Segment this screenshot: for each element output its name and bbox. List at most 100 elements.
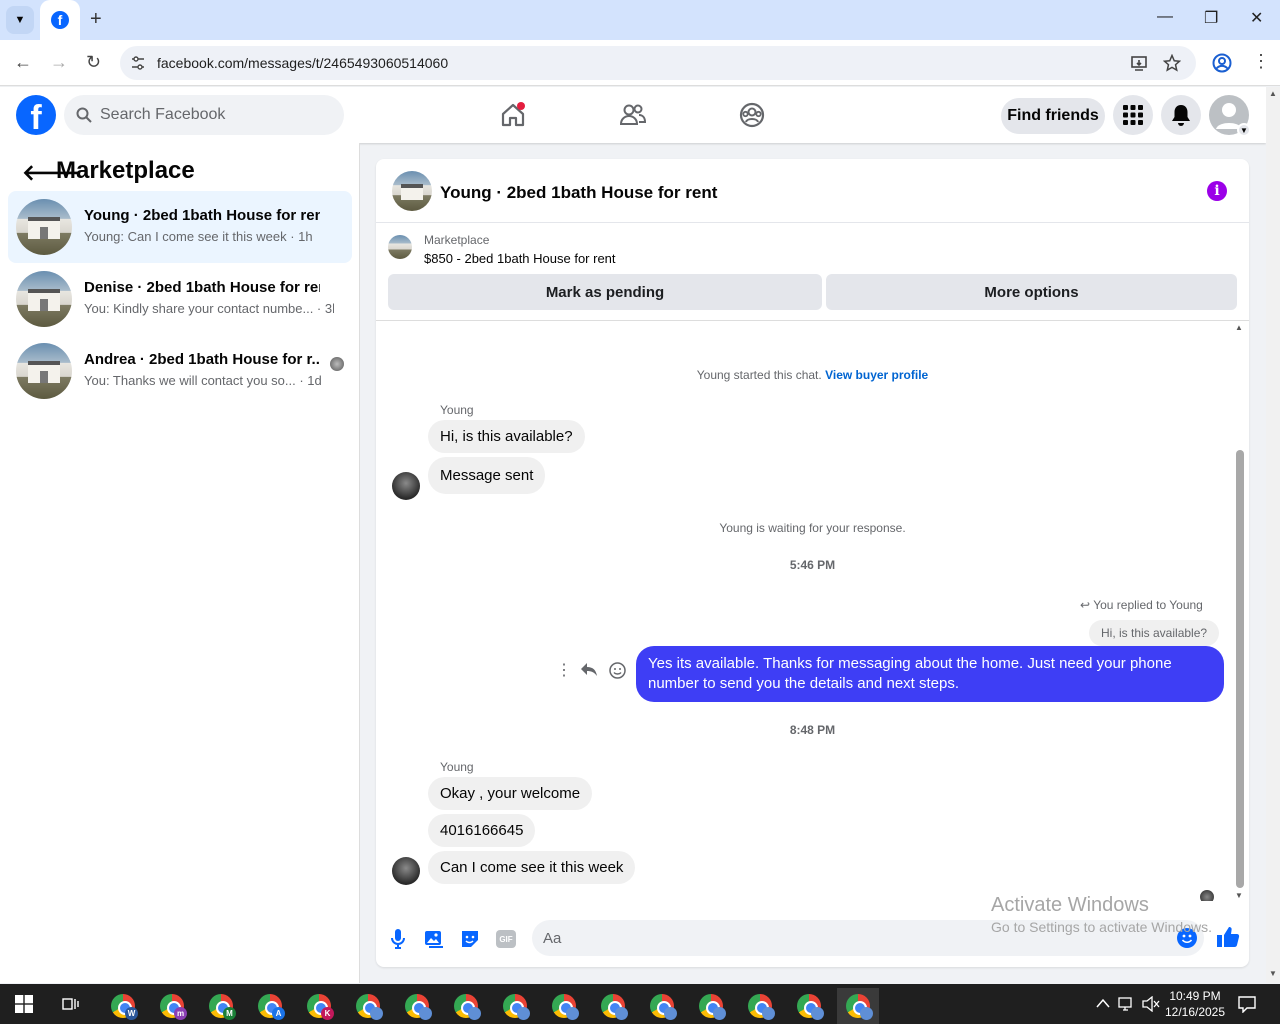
- listing-title[interactable]: $850 - 2bed 1bath House for rent: [424, 251, 616, 266]
- find-friends-button[interactable]: Find friends: [1001, 98, 1105, 134]
- like-thumbs-up-icon[interactable]: [1216, 925, 1240, 949]
- sticker-button[interactable]: [458, 927, 482, 951]
- reply-icon[interactable]: [580, 662, 598, 678]
- page-scrollbar[interactable]: ▲ ▼: [1266, 87, 1280, 983]
- taskbar-chrome-app[interactable]: [788, 988, 830, 1024]
- voice-clip-button[interactable]: [386, 927, 410, 951]
- account-button[interactable]: ▼: [1209, 95, 1251, 137]
- reload-button[interactable]: ↻: [86, 52, 101, 73]
- scroll-down-icon[interactable]: ▼: [1235, 891, 1243, 900]
- taskbar-chrome-app[interactable]: [592, 988, 634, 1024]
- task-view-icon[interactable]: [62, 996, 80, 1012]
- taskbar-chrome-app[interactable]: [641, 988, 683, 1024]
- taskbar-chrome-app[interactable]: [739, 988, 781, 1024]
- incoming-message[interactable]: Message sent: [428, 457, 546, 494]
- conversation-item-denise[interactable]: Denise · 2bed 1bath House for rent You: …: [8, 263, 352, 335]
- scroll-down-icon[interactable]: ▼: [1269, 969, 1277, 978]
- scroll-up-icon[interactable]: ▲: [1269, 89, 1277, 98]
- groups-nav[interactable]: [734, 97, 770, 133]
- activate-windows-subtitle: Go to Settings to activate Windows.: [991, 919, 1212, 935]
- taskbar-chrome-app[interactable]: m: [151, 988, 193, 1024]
- notifications-button[interactable]: [1161, 95, 1201, 135]
- listing-banner: Marketplace $850 - 2bed 1bath House for …: [376, 223, 1249, 321]
- attach-media-button[interactable]: [422, 927, 446, 951]
- browser-tab-facebook[interactable]: f: [40, 0, 80, 40]
- home-nav[interactable]: [495, 97, 531, 133]
- info-icon[interactable]: i: [1207, 181, 1227, 201]
- profile-badge: A: [272, 1007, 285, 1020]
- incoming-message[interactable]: Hi, is this available?: [428, 420, 585, 453]
- conversation-sidebar: 🡐 Marketplace Young · 2bed 1bath House f…: [0, 143, 360, 983]
- taskbar-chrome-app[interactable]: W: [102, 988, 144, 1024]
- taskbar-chrome-app[interactable]: A: [249, 988, 291, 1024]
- profile-badge: K: [321, 1007, 334, 1020]
- taskbar-chrome-app[interactable]: [543, 988, 585, 1024]
- view-buyer-profile-link[interactable]: View buyer profile: [825, 368, 928, 382]
- volume-muted-icon[interactable]: [1142, 996, 1160, 1012]
- chat-avatar[interactable]: [392, 171, 432, 211]
- network-icon[interactable]: [1118, 996, 1136, 1012]
- home-icon: [501, 102, 525, 127]
- profile-icon[interactable]: [1212, 53, 1232, 73]
- taskbar-chrome-app[interactable]: [396, 988, 438, 1024]
- taskbar-chrome-app[interactable]: K: [298, 988, 340, 1024]
- incoming-message[interactable]: Okay , your welcome: [428, 777, 593, 810]
- conversation-item-young[interactable]: Young · 2bed 1bath House for rent Young:…: [8, 191, 352, 263]
- bookmark-star-icon[interactable]: [1163, 54, 1181, 72]
- conversation-item-andrea[interactable]: Andrea · 2bed 1bath House for r... You: …: [8, 335, 352, 407]
- show-hidden-icons-icon[interactable]: [1096, 998, 1110, 1008]
- search-input[interactable]: Search Facebook: [64, 95, 344, 135]
- taskbar-chrome-app[interactable]: M: [200, 988, 242, 1024]
- chat-scrollbar[interactable]: ▲ ▼: [1235, 323, 1244, 909]
- menu-button[interactable]: [1113, 95, 1153, 135]
- windows-taskbar: Wm M A K 10:49 PM 12/16/2025: [0, 984, 1280, 1024]
- more-options-button[interactable]: More options: [826, 274, 1237, 310]
- install-app-icon[interactable]: [1130, 54, 1148, 72]
- read-receipt-avatar: [1200, 890, 1214, 901]
- sender-avatar[interactable]: [392, 472, 420, 500]
- taskbar-chrome-app[interactable]: [445, 988, 487, 1024]
- close-window-button[interactable]: ✕: [1250, 8, 1263, 28]
- sender-avatar[interactable]: [392, 857, 420, 885]
- profile-badge: M: [223, 1007, 236, 1020]
- chevron-down-icon: ▼: [14, 14, 26, 26]
- profile-badge: [811, 1007, 824, 1020]
- taskbar-chrome-app[interactable]: [837, 988, 879, 1024]
- taskbar-chrome-app[interactable]: [494, 988, 536, 1024]
- activate-windows-title: Activate Windows: [991, 894, 1149, 916]
- address-bar[interactable]: facebook.com/messages/t/2465493060514060: [120, 46, 1196, 80]
- outgoing-message[interactable]: Yes its available. Thanks for messaging …: [636, 646, 1224, 702]
- search-icon: [76, 107, 92, 123]
- clock-time: 10:49 PM: [1169, 989, 1221, 1003]
- clock-date: 12/16/2025: [1164, 1005, 1226, 1019]
- tab-search-button[interactable]: ▼: [6, 6, 34, 34]
- taskbar-chrome-app[interactable]: [347, 988, 389, 1024]
- back-button[interactable]: ←: [14, 52, 32, 73]
- listing-thumbnail: [16, 343, 72, 399]
- taskbar-chrome-app[interactable]: [690, 988, 732, 1024]
- friends-nav[interactable]: [615, 97, 651, 133]
- profile-badge: [860, 1007, 873, 1020]
- chat-title[interactable]: Young · 2bed 1bath House for rent: [440, 183, 717, 203]
- incoming-message[interactable]: 4016166645: [428, 814, 536, 847]
- browser-menu-icon[interactable]: ⋮: [1252, 51, 1270, 72]
- react-emoji-icon[interactable]: [609, 662, 626, 679]
- mark-as-pending-button[interactable]: Mark as pending: [388, 274, 822, 310]
- site-info-icon[interactable]: [130, 55, 146, 71]
- gif-button[interactable]: GIF: [494, 927, 518, 951]
- taskbar-clock[interactable]: 10:49 PM 12/16/2025: [1163, 988, 1227, 1020]
- quoted-message[interactable]: Hi, is this available?: [1089, 620, 1220, 646]
- minimize-button[interactable]: —: [1157, 8, 1173, 26]
- more-actions-icon[interactable]: ⋮: [556, 660, 572, 680]
- scroll-up-icon[interactable]: ▲: [1235, 323, 1243, 332]
- restore-button[interactable]: ❐: [1204, 8, 1218, 28]
- sticker-icon: [462, 931, 478, 947]
- forward-button[interactable]: →: [50, 52, 68, 73]
- incoming-message[interactable]: Can I come see it this week: [428, 851, 636, 884]
- facebook-logo-icon[interactable]: f: [16, 95, 56, 135]
- conversation-preview: You: Thanks we will contact you so... · …: [84, 373, 322, 388]
- new-tab-button[interactable]: +: [90, 8, 102, 31]
- scrollbar-thumb[interactable]: [1236, 450, 1244, 888]
- notification-center-icon[interactable]: [1238, 995, 1256, 1013]
- windows-start-icon[interactable]: [15, 995, 33, 1013]
